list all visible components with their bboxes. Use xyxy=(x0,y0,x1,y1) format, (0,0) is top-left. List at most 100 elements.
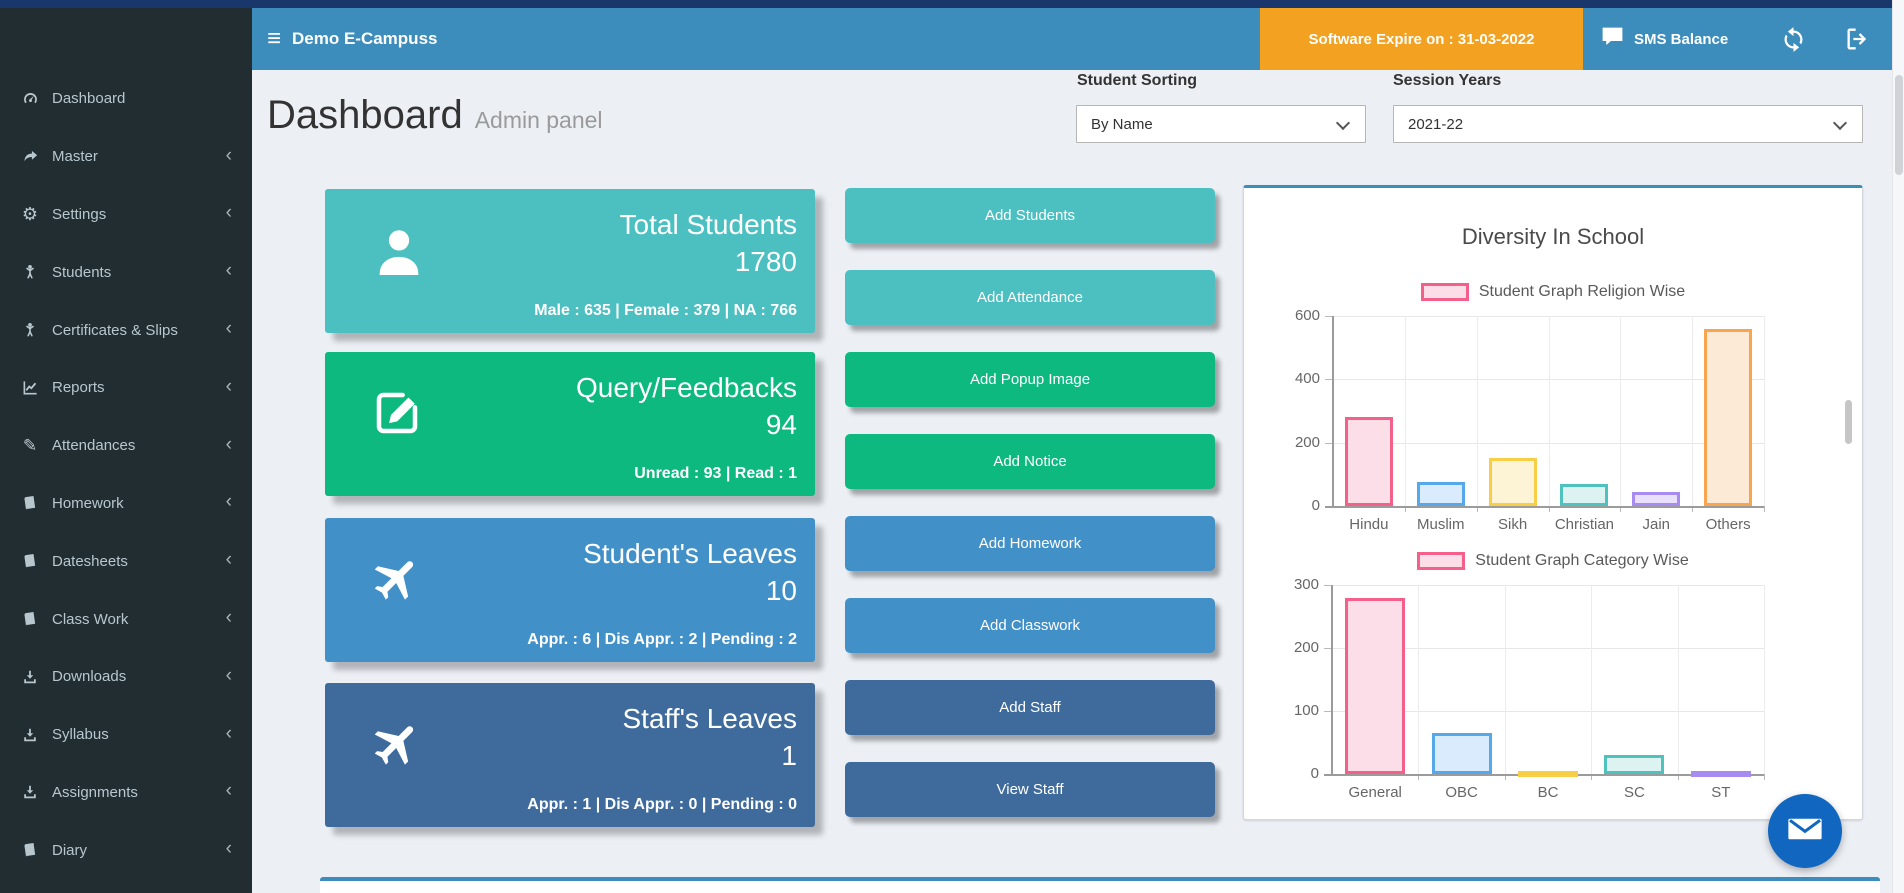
chevron-left-icon: ‹ xyxy=(225,780,232,802)
y-axis-label: 0 xyxy=(1310,765,1319,782)
stat-card-query-feedbacks[interactable]: Query/Feedbacks 94 Unread : 93 | Read : 1 xyxy=(325,352,815,496)
x-axis-label: BC xyxy=(1537,784,1559,801)
legend-label: Student Graph Category Wise xyxy=(1475,552,1689,569)
page-subtitle: Admin panel xyxy=(474,107,603,133)
sidebar: Dashboard Master ‹ ⚙ Settings ‹ Students ‹ Certi… xyxy=(0,8,252,893)
view-staff-button[interactable]: View Staff xyxy=(845,762,1215,817)
sidebar-item-class-work[interactable]: Class Work ‹ xyxy=(0,590,252,648)
sidebar-item-reports[interactable]: Reports ‹ xyxy=(0,359,252,417)
add-attendance-button[interactable]: Add Attendance xyxy=(845,270,1215,325)
sidebar-item-settings[interactable]: ⚙ Settings ‹ xyxy=(0,186,252,244)
chevron-down-icon xyxy=(1832,115,1848,131)
bar-hindu[interactable] xyxy=(1344,417,1393,506)
sidebar-item-syllabus[interactable]: Syllabus ‹ xyxy=(0,706,252,764)
student-sorting-select[interactable]: By Name xyxy=(1076,105,1366,143)
sidebar-item-label: Diary xyxy=(52,841,88,859)
y-axis xyxy=(1332,316,1334,508)
add-students-button[interactable]: Add Students xyxy=(845,188,1215,243)
card-title: Staff's Leaves xyxy=(622,703,798,734)
dashboard-icon xyxy=(19,90,41,107)
app-title: Demo E-Campuss xyxy=(292,29,438,48)
page-scrollbar-thumb[interactable] xyxy=(1895,75,1903,175)
add-classwork-button[interactable]: Add Classwork xyxy=(845,598,1215,653)
card-value: 10 xyxy=(765,575,797,606)
legend-swatch-icon xyxy=(1420,283,1469,301)
expire-badge: Software Expire on : 31-03-2022 xyxy=(1260,8,1583,70)
card-stats: Appr. : 6 | Dis Appr. : 2 | Pending : 2 xyxy=(527,631,797,648)
sidebar-item-datesheets[interactable]: Datesheets ‹ xyxy=(0,532,252,590)
bar-st[interactable] xyxy=(1690,771,1751,777)
panel-scrollbar-thumb[interactable] xyxy=(1845,400,1852,444)
session-years-select[interactable]: 2021-22 xyxy=(1393,105,1863,143)
sidebar-item-students[interactable]: Students ‹ xyxy=(0,243,252,301)
sidebar-item-assignments[interactable]: Assignments ‹ xyxy=(0,764,252,822)
email-icon xyxy=(1786,810,1824,853)
chevron-left-icon: ‹ xyxy=(225,433,232,455)
gridline xyxy=(1620,316,1622,506)
gridline xyxy=(1548,316,1550,506)
bar-sikh[interactable] xyxy=(1488,458,1537,506)
chart-legend[interactable]: Student Graph Category Wise xyxy=(1244,551,1862,571)
sidebar-item-attendances[interactable]: ✎ Attendances ‹ xyxy=(0,417,252,475)
bar-christian[interactable] xyxy=(1560,484,1609,506)
page-scrollbar[interactable] xyxy=(1892,0,1904,893)
bar-general[interactable] xyxy=(1345,598,1406,774)
logout-icon[interactable] xyxy=(1844,8,1872,70)
x-tick xyxy=(1764,774,1765,780)
sidebar-item-label: Class Work xyxy=(52,610,129,628)
sidebar-item-homework[interactable]: Homework ‹ xyxy=(0,475,252,533)
sidebar-item-label: Students xyxy=(52,263,112,281)
x-axis-label: OBC xyxy=(1445,784,1478,801)
gridline xyxy=(1692,316,1694,506)
bar-bc[interactable] xyxy=(1518,771,1578,777)
sidebar-item-dashboard[interactable]: Dashboard xyxy=(0,70,252,128)
gridline xyxy=(1504,585,1506,774)
edit-icon xyxy=(370,386,424,445)
chevron-left-icon: ‹ xyxy=(225,607,232,629)
add-notice-button[interactable]: Add Notice xyxy=(845,434,1215,489)
sidebar-item-certificates-slips[interactable]: Certificates & Slips ‹ xyxy=(0,301,252,359)
add-popup-image-button[interactable]: Add Popup Image xyxy=(845,352,1215,407)
bar-jain[interactable] xyxy=(1632,492,1681,506)
sidebar-menu: Dashboard Master ‹ ⚙ Settings ‹ Students ‹ Certi… xyxy=(0,70,252,879)
sidebar-item-label: Master xyxy=(52,148,98,166)
gridline xyxy=(1404,316,1406,506)
bar-obc[interactable] xyxy=(1431,733,1492,774)
stat-card-student-s-leaves[interactable]: Student's Leaves 10 Appr. : 6 | Dis Appr. … xyxy=(325,518,815,662)
add-homework-button[interactable]: Add Homework xyxy=(845,516,1215,571)
bar-sc[interactable] xyxy=(1604,755,1665,774)
bar-others[interactable] xyxy=(1704,329,1753,506)
chevron-left-icon: ‹ xyxy=(225,549,232,571)
gridline xyxy=(1764,585,1765,774)
sidebar-item-downloads[interactable]: Downloads ‹ xyxy=(0,648,252,706)
child-icon xyxy=(19,322,41,338)
email-fab-button[interactable] xyxy=(1768,794,1842,868)
add-staff-button[interactable]: Add Staff xyxy=(845,680,1215,735)
stat-card-total-students[interactable]: Total Students 1780 Male : 635 | Female : … xyxy=(325,189,815,333)
chevron-left-icon: ‹ xyxy=(225,144,232,166)
sidebar-item-label: Reports xyxy=(52,379,105,397)
chevron-left-icon: ‹ xyxy=(225,202,232,224)
y-axis xyxy=(1331,585,1333,776)
chevron-left-icon: ‹ xyxy=(225,375,232,397)
page-title: Dashboard xyxy=(267,93,463,137)
card-stats: Unread : 93 | Read : 1 xyxy=(634,465,797,482)
gridline xyxy=(1677,585,1679,774)
sidebar-item-diary[interactable]: Diary ‹ xyxy=(0,821,252,879)
chart-legend[interactable]: Student Graph Religion Wise xyxy=(1244,282,1862,302)
session-years-value: 2021-22 xyxy=(1408,115,1464,133)
card-value: 1 xyxy=(781,740,797,771)
chevron-down-icon xyxy=(1335,115,1351,131)
sidebar-item-master[interactable]: Master ‹ xyxy=(0,128,252,186)
chevron-left-icon: ‹ xyxy=(225,318,232,340)
plane-icon xyxy=(370,552,424,611)
bar-muslim[interactable] xyxy=(1416,482,1465,506)
y-axis-label: 300 xyxy=(1293,576,1319,593)
stat-card-staff-s-leaves[interactable]: Staff's Leaves 1 Appr. : 1 | Dis Appr. : 0… xyxy=(325,683,815,827)
chart-title: Diversity In School xyxy=(1461,224,1645,249)
refresh-icon[interactable] xyxy=(1780,8,1807,70)
hamburger-menu-icon[interactable]: ≡ xyxy=(267,25,281,53)
card-title: Total Students xyxy=(619,209,797,240)
sms-balance-button[interactable]: SMS Balance xyxy=(1600,8,1728,70)
y-axis-label: 200 xyxy=(1294,433,1320,451)
